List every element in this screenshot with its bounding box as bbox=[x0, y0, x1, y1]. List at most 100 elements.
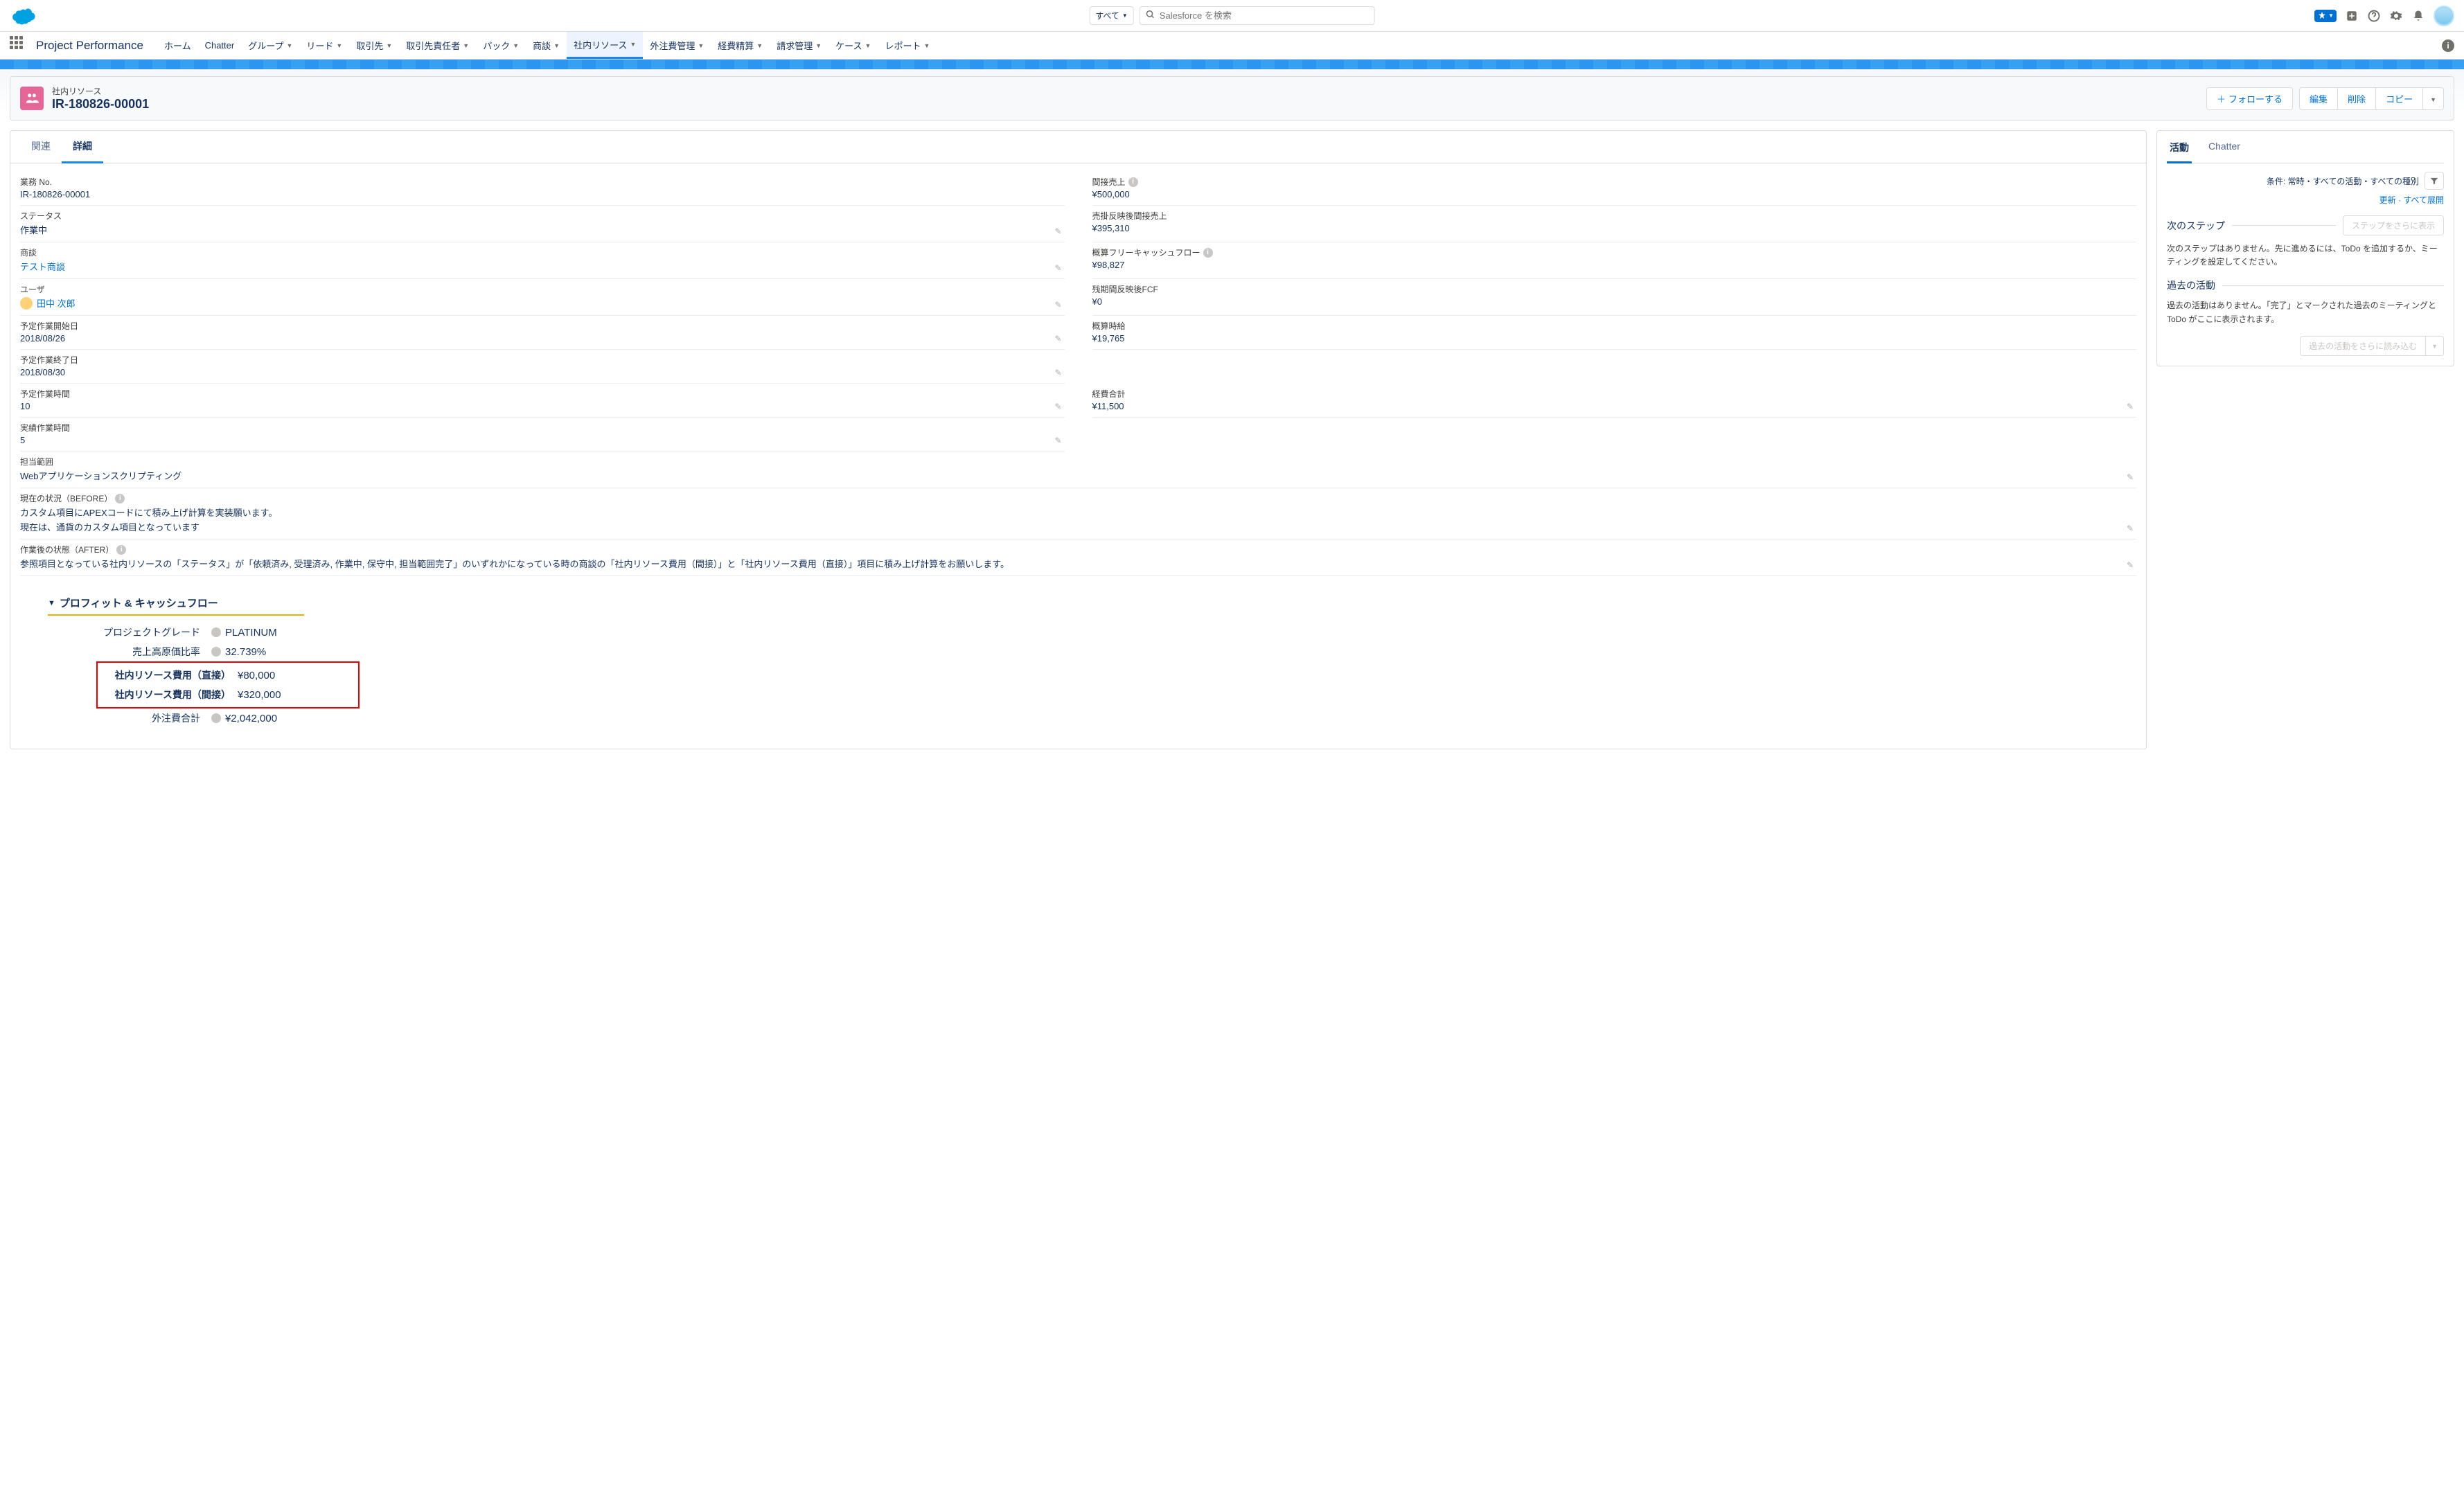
past-activity-title: 過去の活動 bbox=[2167, 278, 2215, 292]
refresh-link[interactable]: 更新 bbox=[2379, 195, 2396, 205]
edit-pencil-icon[interactable]: ✎ bbox=[1054, 334, 1061, 344]
nav-billing[interactable]: 請求管理▼ bbox=[770, 32, 828, 59]
edit-pencil-icon[interactable]: ✎ bbox=[2127, 402, 2134, 411]
info-icon[interactable]: i bbox=[1203, 248, 1213, 258]
profit-label: 売上高原価比率 bbox=[48, 645, 207, 659]
tab-chatter[interactable]: Chatter bbox=[2206, 141, 2243, 163]
field-value: カスタム項目にAPEXコードにて積み上げ計算を実装願います。 bbox=[20, 506, 2136, 519]
edit-pencil-icon[interactable]: ✎ bbox=[1054, 402, 1061, 411]
field-value: ¥19,765 bbox=[1092, 333, 2137, 344]
field-label: 売掛反映後間接売上 bbox=[1092, 210, 2137, 222]
profit-value: ¥2,042,000 bbox=[225, 713, 301, 724]
chevron-down-icon: ▼ bbox=[698, 42, 704, 49]
field-value: ¥98,827 bbox=[1092, 260, 2137, 270]
tab-related[interactable]: 関連 bbox=[20, 131, 62, 163]
copy-button[interactable]: コピー bbox=[2375, 87, 2423, 110]
filter-text: 条件: 常時・すべての活動・すべての種別 bbox=[2267, 175, 2419, 187]
notifications-bell-icon[interactable] bbox=[2411, 9, 2425, 23]
field-label: 間接売上i bbox=[1092, 176, 2137, 188]
chevron-down-icon: ▼ bbox=[463, 42, 469, 49]
nav-expense[interactable]: 経費精算▼ bbox=[711, 32, 770, 59]
edit-pencil-icon[interactable]: ✎ bbox=[1054, 300, 1061, 310]
nav-accounts[interactable]: 取引先▼ bbox=[349, 32, 399, 59]
salesforce-logo[interactable] bbox=[10, 7, 36, 25]
field-value: 5 bbox=[20, 435, 1065, 445]
help-icon[interactable] bbox=[2367, 9, 2381, 23]
field-label: 予定作業開始日 bbox=[20, 320, 1065, 332]
nav-leads[interactable]: リード▼ bbox=[299, 32, 349, 59]
profit-label: 外注費合計 bbox=[48, 711, 207, 725]
info-icon[interactable]: i bbox=[116, 545, 126, 555]
delete-button[interactable]: 削除 bbox=[2337, 87, 2376, 110]
load-past-button[interactable]: 過去の活動をさらに読み込む bbox=[2300, 336, 2426, 356]
chevron-down-icon: ▼ bbox=[386, 42, 392, 49]
field-value: ¥395,310 bbox=[1092, 223, 2137, 233]
show-more-steps-button[interactable]: ステップをさらに表示 bbox=[2343, 215, 2444, 235]
app-launcher-icon[interactable] bbox=[10, 36, 29, 55]
profit-label: プロジェクトグレード bbox=[48, 625, 207, 639]
profit-value: 32.739% bbox=[225, 646, 301, 658]
field-value: 2018/08/30 bbox=[20, 367, 1065, 377]
nav-home[interactable]: ホーム bbox=[157, 32, 198, 59]
field-label: 予定作業時間 bbox=[20, 388, 1065, 400]
decorative-wave bbox=[0, 60, 2464, 69]
profit-value: ¥80,000 bbox=[238, 670, 314, 681]
field-value: ¥500,000 bbox=[1092, 189, 2137, 199]
chevron-down-icon: ▼ bbox=[756, 42, 763, 49]
chevron-down-icon: ▼ bbox=[336, 42, 342, 49]
field-label: 現在の状況（BEFORE）i bbox=[20, 492, 2136, 504]
info-icon[interactable]: i bbox=[115, 494, 125, 503]
edit-pencil-icon[interactable]: ✎ bbox=[1054, 436, 1061, 445]
field-label: 経費合計 bbox=[1092, 388, 2137, 400]
info-icon[interactable]: i bbox=[1128, 177, 1138, 187]
nav-outsourcing[interactable]: 外注費管理▼ bbox=[643, 32, 711, 59]
bullet-icon bbox=[211, 713, 221, 723]
search-scope-select[interactable]: すべて ▼ bbox=[1089, 6, 1134, 25]
info-icon[interactable]: i bbox=[2442, 39, 2454, 52]
chevron-down-icon: ▼ bbox=[286, 42, 292, 49]
opportunity-link[interactable]: テスト商談 bbox=[20, 260, 1065, 273]
profit-label: 社内リソース費用（間接） bbox=[98, 688, 238, 702]
field-value: Webアプリケーションスクリプティング bbox=[20, 469, 2136, 482]
field-label: 商談 bbox=[20, 247, 1065, 258]
field-value: 2018/08/26 bbox=[20, 333, 1065, 344]
field-value: ¥11,500 bbox=[1092, 401, 2137, 411]
user-link[interactable]: 田中 次郎 bbox=[20, 296, 1065, 310]
record-title: IR-180826-00001 bbox=[52, 97, 149, 112]
edit-pencil-icon[interactable]: ✎ bbox=[1054, 263, 1061, 273]
next-steps-title: 次のステップ bbox=[2167, 219, 2225, 233]
tab-detail[interactable]: 詳細 bbox=[62, 131, 103, 163]
expand-all-link[interactable]: すべて展開 bbox=[2403, 195, 2444, 205]
nav-chatter[interactable]: Chatter bbox=[198, 32, 242, 59]
nav-pack[interactable]: パック▼ bbox=[476, 32, 526, 59]
edit-pencil-icon[interactable]: ✎ bbox=[1054, 368, 1061, 377]
edit-pencil-icon[interactable]: ✎ bbox=[2127, 472, 2134, 482]
user-avatar[interactable] bbox=[2434, 6, 2454, 26]
load-past-caret[interactable]: ▼ bbox=[2426, 336, 2444, 356]
field-label: 概算フリーキャッシュフローi bbox=[1092, 247, 2137, 258]
field-value: ¥0 bbox=[1092, 296, 2137, 307]
filter-button[interactable] bbox=[2425, 172, 2444, 190]
edit-pencil-icon[interactable]: ✎ bbox=[1054, 226, 1061, 236]
search-input[interactable] bbox=[1160, 10, 1369, 21]
more-actions-button[interactable]: ▼ bbox=[2422, 87, 2444, 110]
tab-activity[interactable]: 活動 bbox=[2167, 141, 2192, 163]
nav-groups[interactable]: グループ▼ bbox=[241, 32, 299, 59]
add-icon[interactable] bbox=[2345, 9, 2359, 23]
chevron-down-icon: ▼ bbox=[865, 42, 871, 49]
global-search[interactable] bbox=[1140, 6, 1375, 25]
nav-reports[interactable]: レポート▼ bbox=[878, 32, 937, 59]
nav-contacts[interactable]: 取引先責任者▼ bbox=[399, 32, 476, 59]
setup-gear-icon[interactable] bbox=[2389, 9, 2403, 23]
bullet-icon bbox=[211, 647, 221, 657]
field-value: IR-180826-00001 bbox=[20, 189, 1065, 199]
nav-internal-resource[interactable]: 社内リソース▼ bbox=[567, 32, 643, 59]
follow-button[interactable]: ＋フォローする bbox=[2206, 87, 2293, 110]
nav-cases[interactable]: ケース▼ bbox=[828, 32, 878, 59]
favorites-button[interactable]: ▼ bbox=[2314, 10, 2337, 22]
edit-button[interactable]: 編集 bbox=[2299, 87, 2338, 110]
nav-opportunities[interactable]: 商談▼ bbox=[526, 32, 567, 59]
field-label: 概算時給 bbox=[1092, 320, 2137, 332]
edit-pencil-icon[interactable]: ✎ bbox=[2127, 524, 2134, 533]
edit-pencil-icon[interactable]: ✎ bbox=[2127, 560, 2134, 570]
